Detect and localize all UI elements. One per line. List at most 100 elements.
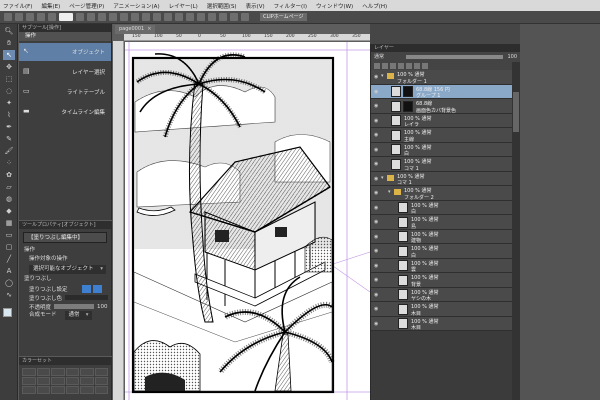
material-icon[interactable] [230,13,238,21]
redo-icon[interactable] [48,13,56,21]
clip-lower-icon[interactable] [374,62,380,69]
color-swatch[interactable] [65,377,79,385]
hand-icon[interactable]: ✋︎ [3,38,15,48]
layer-row[interactable]: ◉ 100 % 通常 レイラ [371,113,520,128]
menu-item-5[interactable]: 選択範囲(S) [207,2,237,10]
eye-visibility-icon[interactable]: ◉ [374,292,380,298]
layer-row[interactable]: ◉ 100 % 通常 建物 [371,229,520,244]
pencil-icon[interactable]: ✎ [3,134,15,144]
lock-alpha-icon[interactable] [406,62,412,69]
layer-row[interactable]: ◉ 100 % 通常 ヤシの木 [371,287,520,302]
move-layer-icon[interactable]: ✥ [3,62,15,72]
layer-row[interactable]: ◉ 68.8線 156 円グループ 1 [371,84,520,99]
color-swatch[interactable] [22,377,36,385]
clip-homepage-button[interactable]: CLIPホームページ [260,13,307,21]
blend-mode-select[interactable]: 通常 [64,311,92,320]
color-swatch[interactable] [36,386,50,394]
menu-item-9[interactable]: ヘルプ(H) [362,2,387,10]
document-tab[interactable]: page0001 [115,25,156,34]
auto-select-icon[interactable]: ✦ [3,98,15,108]
color-swatch[interactable] [80,386,94,394]
menu-item-2[interactable]: ページ管理(P) [69,2,104,10]
layer-row[interactable]: ◉ 100 % 通常 木目 [371,316,520,331]
menu-item-3[interactable]: アニメーション(A) [113,2,159,10]
canvas-paper[interactable] [125,42,370,400]
settings-icon[interactable] [164,13,172,21]
color-swatch[interactable] [22,386,36,394]
eye-visibility-icon[interactable]: ◉ [374,118,380,124]
eye-visibility-icon[interactable]: ◉ [374,248,380,254]
layer-folder-row[interactable]: ◉ ▾ 100 % 通常 コマ 1 [371,171,520,186]
eye-visibility-icon[interactable]: ◉ [374,277,380,283]
eye-visibility-icon[interactable]: ◉ [374,219,380,225]
folder-expand-icon[interactable]: ▾ [381,73,384,79]
reference-layer-icon[interactable] [382,62,388,69]
color-swatch[interactable] [51,377,65,385]
pen-icon[interactable]: ✒︎ [3,122,15,132]
sub-tool-item[interactable]: ▭ ライトテーブル [19,83,111,101]
menu-item-7[interactable]: フィルター(I) [274,2,307,10]
blend-icon[interactable]: ◍ [3,194,15,204]
sub-tool-item[interactable]: ▤ レイヤー選択 [19,63,111,81]
layer-reference-icon[interactable] [197,13,205,21]
selection-border-icon[interactable] [120,13,128,21]
frame-border-icon[interactable]: ▢ [3,242,15,252]
layer-list-scrollbar[interactable] [512,62,520,400]
ruler-range-icon[interactable] [422,62,428,69]
balloon-icon[interactable]: ◯ [3,278,15,288]
mask-enable-icon[interactable] [414,62,420,69]
new-file-icon[interactable] [4,13,12,21]
ruler-icon[interactable] [219,13,227,21]
transform-icon[interactable] [87,13,95,21]
operation-arrow-icon[interactable]: ↖ [3,50,15,60]
layer-blend-mode[interactable]: 通常 [374,53,384,60]
color-swatch[interactable] [94,368,108,376]
text-icon[interactable]: A [3,266,15,276]
fill-swap-button[interactable] [92,284,102,293]
menu-item-0[interactable]: ファイル(F) [3,2,32,10]
target-select[interactable]: 選択可能なオブジェクト [29,265,106,274]
eye-visibility-icon[interactable]: ◉ [374,321,380,327]
sub-tool-item[interactable]: ↖ オブジェクト [19,43,111,61]
layer-opacity-slider[interactable] [406,54,504,59]
layer-folder-row[interactable]: ◉ ▾ 100 % 通常 フォルダー 2 [371,186,520,201]
figure-icon[interactable]: ▭ [3,230,15,240]
fill-color-button[interactable] [81,284,91,293]
snap-grid-icon[interactable] [142,13,150,21]
eye-visibility-icon[interactable]: ◉ [374,205,380,211]
draft-layer-icon[interactable] [390,62,396,69]
deselect-icon[interactable] [98,13,106,21]
grid-icon[interactable] [208,13,216,21]
snap-perspective-icon[interactable] [153,13,161,21]
pen-pressure-icon[interactable] [175,13,183,21]
opacity-slider[interactable] [54,304,94,309]
layer-row[interactable]: ◉ 100 % 通常白 [371,142,520,157]
correct-line-icon[interactable]: ∿ [3,290,15,300]
decoration-icon[interactable]: ✿ [3,170,15,180]
ruler-tool-icon[interactable]: ╱ [3,254,15,264]
airbrush-icon[interactable]: ⁘ [3,158,15,168]
color-swatch[interactable] [80,368,94,376]
sub-tool-group-tab[interactable]: 操作 [19,32,111,41]
layer-row[interactable]: ◉ 100 % 通常 背景 [371,273,520,288]
layer-row[interactable]: ◉ 100 % 通常 主線 [371,128,520,143]
layer-row[interactable]: ◉ 68.8線 画面色カバ背景色 [371,99,520,114]
color-swatch[interactable] [65,368,79,376]
main-color-swatch[interactable] [3,308,12,317]
brush-icon[interactable]: 🖌︎ [3,146,15,156]
layer-row[interactable]: ◉ 100 % 通常島 [371,215,520,230]
selection-icon[interactable]: ⬚ [3,74,15,84]
help-icon[interactable] [241,13,249,21]
layer-row[interactable]: ◉ 100 % 通常 コマ 1 [371,157,520,172]
layer-scroll-thumb[interactable] [513,92,519,132]
clear-icon[interactable] [76,13,84,21]
vertical-ruler[interactable] [113,41,124,400]
gradient-icon[interactable]: ▦ [3,218,15,228]
layer-row[interactable]: ◉ 100 % 通常 木目 [371,302,520,317]
eye-visibility-icon[interactable]: ◉ [374,176,380,182]
layer-folder-row[interactable]: ◉ ▾ 100 % 通常 フォルダー 1 [371,70,520,85]
layer-row[interactable]: ◉ 100 % 通常白 [371,200,520,215]
eye-visibility-icon[interactable]: ◉ [374,234,380,240]
canvas-area[interactable]: page0001 150 100 50 0 50 100 150 200 250 300 350 [113,24,370,400]
eye-visibility-icon[interactable]: ◉ [374,74,380,80]
